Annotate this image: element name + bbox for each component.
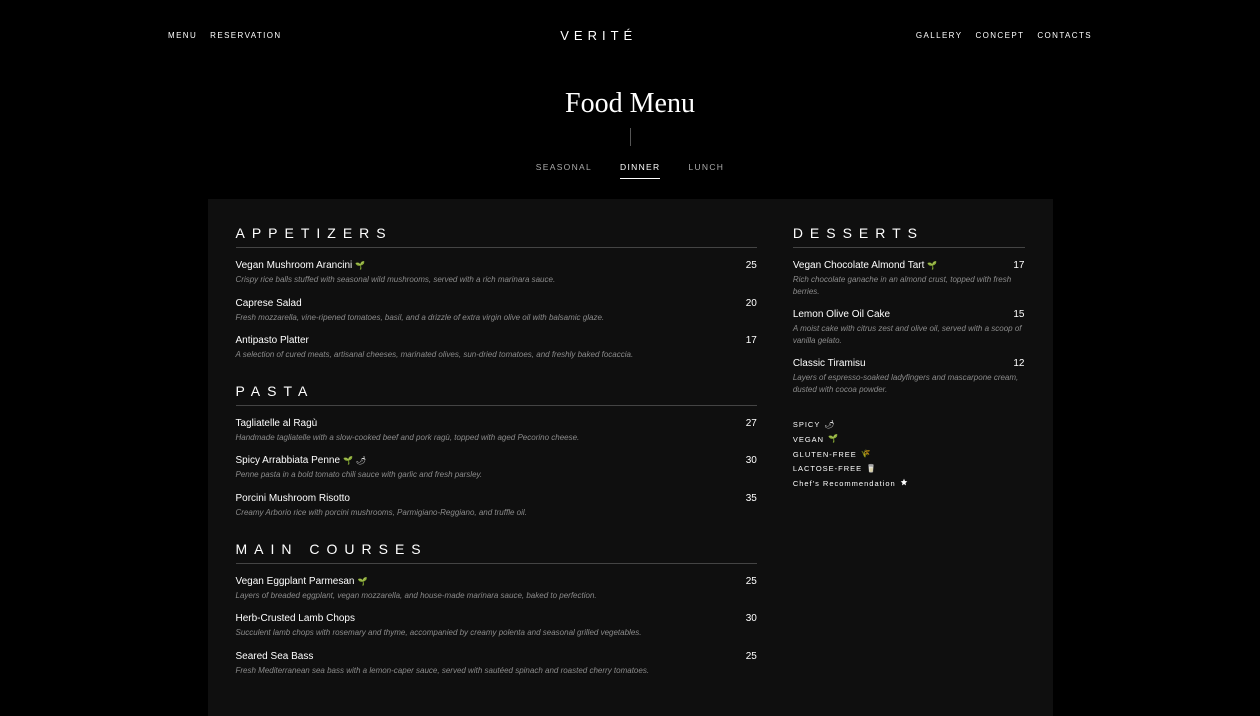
section-mains-title: MAIN COURSES [236,541,757,564]
item-name: Vegan Chocolate Almond Tart 🌱 [793,260,938,271]
menu-panel: APPETIZERS Vegan Mushroom Arancini 🌱 25 … [208,199,1053,716]
item-desc: Rich chocolate ganache in an almond crus… [793,274,1025,297]
item-name: Tagliatelle al Ragù [236,418,318,429]
menu-item: Seared Sea Bass 25 Fresh Mediterranean s… [236,651,757,677]
item-desc: Succulent lamb chops with rosemary and t… [236,627,757,639]
item-name: Seared Sea Bass [236,651,314,662]
item-desc: Layers of breaded eggplant, vegan mozzar… [236,590,757,602]
item-desc: Fresh mozzarella, vine-ripened tomatoes,… [236,312,757,324]
menu-col-right: DESSERTS Vegan Chocolate Almond Tart 🌱 1… [793,225,1025,676]
menu-item: Spicy Arrabbiata Penne 🌱 🌶 30 Penne past… [236,455,757,481]
tab-seasonal[interactable]: SEASONAL [536,162,592,179]
item-price: 30 [746,613,757,624]
star-icon [900,477,908,491]
menu-item: Porcini Mushroom Risotto 35 Creamy Arbor… [236,493,757,519]
item-name: Classic Tiramisu [793,358,866,369]
item-price: 25 [746,651,757,662]
item-name: Vegan Eggplant Parmesan 🌱 [236,576,368,587]
menu-item: Vegan Eggplant Parmesan 🌱 25 Layers of b… [236,576,757,602]
milk-icon: 🥛 [866,462,877,477]
item-desc: Crispy rice balls stuffed with seasonal … [236,274,757,286]
leaf-icon: 🌱 [343,456,353,465]
legend-glutenfree: GLUTEN-FREE 🌾 [793,447,1025,462]
item-desc: Penne pasta in a bold tomato chili sauce… [236,469,757,481]
menu-item: Caprese Salad 20 Fresh mozzarella, vine-… [236,298,757,324]
legend-label: GLUTEN-FREE [793,448,857,462]
item-price: 25 [746,576,757,587]
nav-menu-link[interactable]: MENU [168,31,197,40]
item-price: 15 [1013,309,1024,320]
legend-vegan: VEGAN 🌱 [793,432,1025,447]
tab-dinner[interactable]: DINNER [620,162,660,179]
legend: SPICY 🌶 VEGAN 🌱 GLUTEN-FREE 🌾 LACTOSE-FR… [793,418,1025,491]
menu-col-left: APPETIZERS Vegan Mushroom Arancini 🌱 25 … [236,225,757,676]
item-name: Lemon Olive Oil Cake [793,309,890,320]
item-price: 35 [746,493,757,504]
chili-icon: 🌶 [824,418,835,433]
menu-item: Lemon Olive Oil Cake 15 A moist cake wit… [793,309,1025,346]
item-price: 12 [1013,358,1024,369]
section-pasta-title: PASTA [236,383,757,406]
item-price: 17 [1013,260,1024,271]
wheat-icon: 🌾 [861,447,872,462]
item-name: Spicy Arrabbiata Penne 🌱 🌶 [236,455,367,466]
item-price: 27 [746,418,757,429]
section-appetizers-title: APPETIZERS [236,225,757,248]
top-nav: MENU RESERVATION VERITÉ GALLERY CONCEPT … [0,0,1260,70]
item-desc: Fresh Mediterranean sea bass with a lemo… [236,665,757,677]
menu-item: Tagliatelle al Ragù 27 Handmade tagliate… [236,418,757,444]
legend-chef: Chef's Recommendation [793,477,1025,491]
legend-label: LACTOSE-FREE [793,462,862,476]
leaf-icon: 🌱 [828,432,839,447]
menu-tabs: SEASONAL DINNER LUNCH [0,162,1260,179]
menu-item: Vegan Mushroom Arancini 🌱 25 Crispy rice… [236,260,757,286]
item-desc: Creamy Arborio rice with porcini mushroo… [236,507,757,519]
nav-left: MENU RESERVATION [168,31,282,40]
nav-gallery-link[interactable]: GALLERY [916,31,963,40]
leaf-icon: 🌱 [927,261,937,270]
item-price: 30 [746,455,757,466]
site-logo[interactable]: VERITÉ [560,28,637,43]
chili-icon: 🌶 [356,456,366,465]
item-name: Vegan Mushroom Arancini 🌱 [236,260,366,271]
item-price: 17 [746,335,757,346]
legend-label: VEGAN [793,433,824,447]
menu-item: Herb-Crusted Lamb Chops 30 Succulent lam… [236,613,757,639]
nav-right: GALLERY CONCEPT CONTACTS [916,31,1092,40]
item-desc: Handmade tagliatelle with a slow-cooked … [236,432,757,444]
tab-lunch[interactable]: LUNCH [688,162,724,179]
legend-lactosefree: LACTOSE-FREE 🥛 [793,462,1025,477]
nav-concept-link[interactable]: CONCEPT [975,31,1024,40]
legend-spicy: SPICY 🌶 [793,418,1025,433]
page-title: Food Menu [0,88,1260,120]
item-price: 20 [746,298,757,309]
item-name: Porcini Mushroom Risotto [236,493,350,504]
item-name: Caprese Salad [236,298,302,309]
item-name: Herb-Crusted Lamb Chops [236,613,356,624]
nav-contacts-link[interactable]: CONTACTS [1037,31,1092,40]
item-name-text: Vegan Eggplant Parmesan [236,576,355,587]
item-desc: A selection of cured meats, artisanal ch… [236,349,757,361]
nav-reservation-link[interactable]: RESERVATION [210,31,281,40]
leaf-icon: 🌱 [357,577,367,586]
item-price: 25 [746,260,757,271]
item-name: Antipasto Platter [236,335,309,346]
item-name-text: Spicy Arrabbiata Penne [236,455,341,466]
legend-label: SPICY [793,418,821,432]
section-desserts-title: DESSERTS [793,225,1025,248]
title-divider [630,128,631,146]
item-name-text: Vegan Chocolate Almond Tart [793,260,925,271]
menu-item: Classic Tiramisu 12 Layers of espresso-s… [793,358,1025,395]
item-name-text: Vegan Mushroom Arancini [236,260,353,271]
menu-item: Vegan Chocolate Almond Tart 🌱 17 Rich ch… [793,260,1025,297]
item-desc: A moist cake with citrus zest and olive … [793,323,1025,346]
leaf-icon: 🌱 [355,261,365,270]
legend-label: Chef's Recommendation [793,477,896,491]
item-desc: Layers of espresso-soaked ladyfingers an… [793,372,1025,395]
menu-item: Antipasto Platter 17 A selection of cure… [236,335,757,361]
